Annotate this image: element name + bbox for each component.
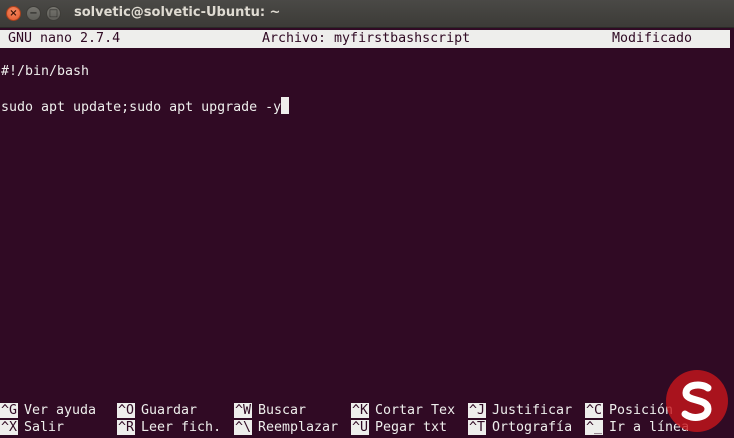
shortcut-help[interactable]: ^G Ver ayuda (0, 402, 96, 420)
shortcut-label: Cortar Tex (375, 403, 456, 418)
shortcut-label: Reemplazar (258, 420, 339, 435)
nano-modified-status: Modificado (612, 31, 693, 46)
shortcut-exit[interactable]: ^X Salir (0, 419, 64, 437)
text-cursor (281, 97, 290, 114)
shortcut-replace[interactable]: ^\ Reemplazar (234, 419, 338, 437)
terminal-area[interactable]: GNU nano 2.7.4 Archivo: myfirstbashscrip… (0, 28, 734, 438)
editor-line-text: #!/bin/bash (1, 64, 90, 79)
shortcut-key: ^_ (585, 420, 604, 435)
shortcut-key: ^G (0, 403, 19, 418)
shortcut-save[interactable]: ^O Guardar (117, 402, 197, 420)
shortcut-cut-text[interactable]: ^K Cortar Tex (351, 402, 455, 420)
close-icon: × (9, 7, 18, 19)
shortcut-key: ^T (468, 420, 487, 435)
shortcut-bar-row-1: ^G Ver ayuda ^O Guardar ^W Buscar ^K Cortar … (0, 402, 734, 420)
nano-version: GNU nano 2.7.4 (8, 31, 121, 46)
close-button[interactable]: × (6, 6, 21, 21)
editor-line[interactable]: sudo apt update;sudo apt upgrade -y (1, 97, 290, 117)
editor-line-text: sudo apt update;sudo apt upgrade -y (1, 100, 282, 115)
shortcut-key: ^K (351, 403, 370, 418)
nano-filename: Archivo: myfirstbashscript (262, 31, 471, 46)
shortcut-key: ^W (234, 403, 253, 418)
editor-line[interactable]: #!/bin/bash (1, 63, 89, 81)
title-bar[interactable]: × − □ solvetic@solvetic-Ubuntu: ~ (0, 0, 734, 28)
shortcut-label: Leer fich. (141, 420, 222, 435)
shortcut-label: Guardar (141, 403, 198, 418)
shortcut-justify[interactable]: ^J Justificar (468, 402, 572, 420)
shortcut-search[interactable]: ^W Buscar (234, 402, 306, 420)
shortcut-key: ^J (468, 403, 487, 418)
window-title: solvetic@solvetic-Ubuntu: ~ (74, 5, 281, 20)
shortcut-key: ^C (585, 403, 604, 418)
shortcut-label: Ver ayuda (24, 403, 97, 418)
shortcut-label: Buscar (258, 403, 307, 418)
minimize-icon: − (29, 7, 38, 19)
shortcut-read-file[interactable]: ^R Leer fich. (117, 419, 221, 437)
shortcut-bar-row-2: ^X Salir ^R Leer fich. ^\ Reemplazar ^U Pega… (0, 419, 734, 437)
shortcut-spelling[interactable]: ^T Ortografía (468, 419, 572, 437)
shortcut-key: ^O (117, 403, 136, 418)
shortcut-label: Pegar txt (375, 420, 448, 435)
shortcut-key: ^X (0, 420, 19, 435)
solvetic-logo-icon (666, 370, 728, 432)
shortcut-key: ^R (117, 420, 136, 435)
maximize-button[interactable]: □ (46, 6, 61, 21)
shortcut-key: ^U (351, 420, 370, 435)
shortcut-position[interactable]: ^C Posición (585, 402, 673, 420)
shortcut-label: Salir (24, 420, 65, 435)
shortcut-label: Justificar (492, 403, 573, 418)
shortcut-label: Ortografía (492, 420, 573, 435)
shortcut-key: ^\ (234, 420, 253, 435)
minimize-button[interactable]: − (26, 6, 41, 21)
shortcut-paste-text[interactable]: ^U Pegar txt (351, 419, 447, 437)
nano-header-bar: GNU nano 2.7.4 Archivo: myfirstbashscrip… (0, 30, 730, 48)
maximize-icon: □ (48, 7, 59, 19)
terminal-window: × − □ solvetic@solvetic-Ubuntu: ~ GNU na… (0, 0, 734, 438)
